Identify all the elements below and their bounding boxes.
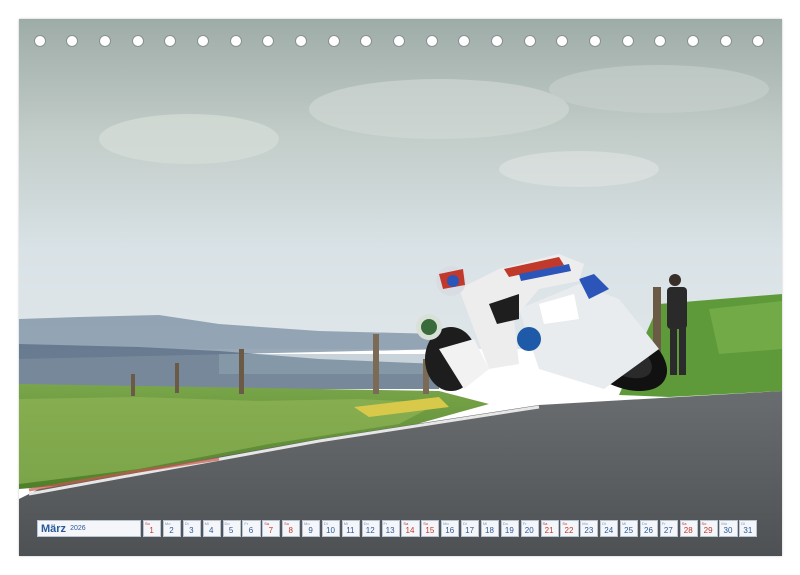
binding-hole <box>197 35 209 47</box>
binding-hole <box>132 35 144 47</box>
binding-hole <box>328 35 340 47</box>
day-number: 7 <box>268 526 274 535</box>
binding-hole <box>752 35 764 47</box>
day-number: 17 <box>465 526 475 535</box>
day-cell: Mi 4 <box>202 520 221 537</box>
binding-hole <box>622 35 634 47</box>
day-number: 29 <box>703 526 713 535</box>
day-cell: Di 24 <box>600 520 619 537</box>
day-number: 6 <box>248 526 254 535</box>
month-label: März 2026 <box>37 520 141 537</box>
day-cell: Di 3 <box>182 520 201 537</box>
day-cell: Sa 28 <box>679 520 698 537</box>
day-number: 14 <box>405 526 415 535</box>
day-number: 11 <box>346 526 355 535</box>
day-cell: Fr 6 <box>242 520 261 537</box>
day-cell: Do 26 <box>639 520 659 537</box>
day-number: 13 <box>385 526 395 535</box>
day-cell: Sa 14 <box>401 520 420 537</box>
day-cell: Do 5 <box>222 520 241 537</box>
day-number: 2 <box>169 526 174 535</box>
day-cell: Mi 25 <box>620 520 639 537</box>
binding-hole <box>393 35 405 47</box>
day-number: 26 <box>644 526 653 535</box>
binding-hole <box>34 35 46 47</box>
day-number: 18 <box>485 526 494 535</box>
day-cells: So 1 Mo 2 Di 3 Mi 4 Do 5 Fr 6 Sa 7 So 8 Mo 9 Di 10 Mi 11 Do 12 F… <box>143 520 758 537</box>
binding-hole <box>295 35 307 47</box>
day-cell: Di 31 <box>739 520 758 537</box>
day-cell: Sa 21 <box>540 520 559 537</box>
day-cell: Sa 7 <box>262 520 281 537</box>
day-number: 8 <box>288 526 293 535</box>
day-number: 20 <box>524 526 534 535</box>
day-cell: Mi 18 <box>480 520 500 537</box>
day-cell: Mo 30 <box>719 520 738 537</box>
binding-hole <box>66 35 78 47</box>
day-number: 19 <box>504 526 514 535</box>
binding-hole <box>491 35 503 47</box>
day-number: 9 <box>308 526 313 535</box>
spiral-binding <box>19 35 782 49</box>
day-number: 21 <box>544 526 554 535</box>
binding-hole <box>458 35 470 47</box>
day-number: 28 <box>683 526 693 535</box>
day-number: 4 <box>208 526 214 535</box>
day-number: 31 <box>743 526 753 535</box>
day-number: 24 <box>604 526 614 535</box>
binding-hole <box>687 35 699 47</box>
day-cell: Mo 9 <box>302 520 321 537</box>
day-number: 5 <box>228 526 234 535</box>
day-cell: Fr 27 <box>659 520 678 537</box>
binding-hole <box>589 35 601 47</box>
binding-hole <box>99 35 111 47</box>
day-cell: So 22 <box>560 520 579 537</box>
binding-hole <box>164 35 176 47</box>
binding-hole <box>654 35 666 47</box>
binding-hole <box>426 35 438 47</box>
day-number: 23 <box>584 526 594 535</box>
month-name: März <box>41 522 67 535</box>
day-number: 22 <box>564 526 574 535</box>
day-cell: So 1 <box>143 520 162 537</box>
day-cell: Mo 2 <box>162 520 182 537</box>
day-number: 15 <box>425 526 435 535</box>
day-number: 3 <box>189 526 194 535</box>
day-cell: Mi 11 <box>341 520 360 537</box>
binding-hole <box>720 35 732 47</box>
day-number: 27 <box>663 526 673 535</box>
day-cell: So 8 <box>282 520 301 537</box>
day-cell: So 15 <box>421 520 440 537</box>
day-number: 10 <box>326 526 335 535</box>
calendar-strip: März 2026 So 1 Mo 2 Di 3 Mi 4 Do 5 Fr 6 Sa 7 So 8 Mo 9 Di 1… <box>37 520 764 537</box>
day-cell: Mo 16 <box>441 520 460 537</box>
calendar-page: März 2026 So 1 Mo 2 Di 3 Mi 4 Do 5 Fr 6 Sa 7 So 8 Mo 9 Di 1… <box>19 19 782 556</box>
day-cell: Di 17 <box>461 520 480 537</box>
binding-hole <box>230 35 242 47</box>
binding-hole <box>556 35 568 47</box>
day-cell: Do 12 <box>361 520 380 537</box>
motorcycle-racing-photo <box>19 19 782 556</box>
day-number: 25 <box>624 526 634 535</box>
day-number: 16 <box>445 526 455 535</box>
day-number: 12 <box>365 526 375 535</box>
day-cell: Do 19 <box>500 520 519 537</box>
binding-hole <box>360 35 372 47</box>
day-number: 30 <box>723 526 733 535</box>
day-cell: Di 10 <box>321 520 341 537</box>
day-cell: Mo 23 <box>580 520 599 537</box>
day-cell: Fr 13 <box>381 520 400 537</box>
day-number: 1 <box>149 526 154 535</box>
day-cell: So 29 <box>699 520 718 537</box>
month-year: 2026 <box>70 525 86 532</box>
day-cell: Fr 20 <box>520 520 539 537</box>
binding-hole <box>262 35 274 47</box>
binding-hole <box>524 35 536 47</box>
